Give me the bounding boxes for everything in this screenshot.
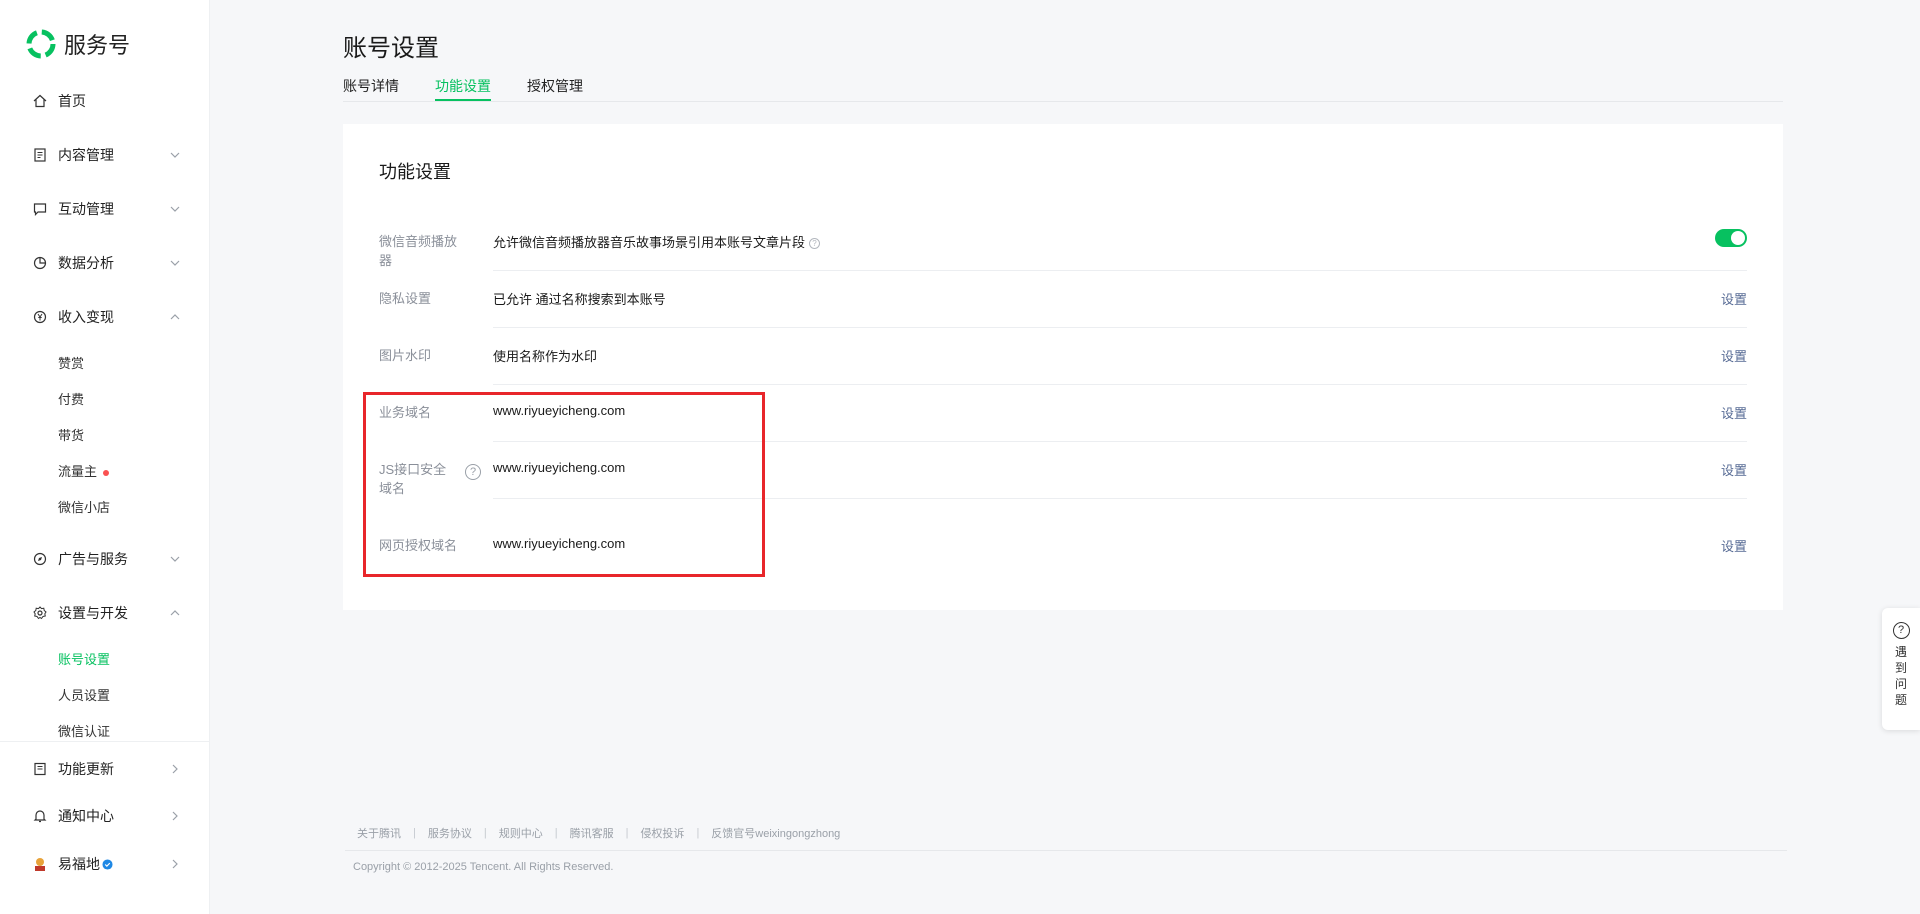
chevron-down-icon <box>170 556 180 562</box>
avatar <box>32 856 48 872</box>
row-value: 允许微信音频播放器音乐故事场景引用本账号文章片段? <box>493 232 821 251</box>
account-name: 易福地 <box>58 856 100 872</box>
footer-separator: | <box>483 827 487 839</box>
footer-link-about[interactable]: 关于腾讯 <box>357 825 401 841</box>
help-float-button[interactable]: ? 遇到问题 <box>1882 608 1920 730</box>
sidebar-item-analytics[interactable]: 数据分析 <box>0 243 210 283</box>
question-icon: ? <box>1892 622 1910 639</box>
tabs-divider <box>343 101 1783 102</box>
sidebar-item-label: 首页 <box>58 93 86 109</box>
sidebar-subitem-paid[interactable]: 付费 <box>58 388 84 412</box>
update-icon <box>32 761 48 777</box>
chevron-right-icon <box>172 811 178 821</box>
copyright: Copyright © 2012-2025 Tencent. All Right… <box>353 861 614 873</box>
sidebar-subitem-member-settings[interactable]: 人员设置 <box>58 684 110 708</box>
sidebar-item-interaction[interactable]: 互动管理 <box>0 189 210 229</box>
chevron-up-icon <box>170 610 180 616</box>
notification-dot <box>103 469 110 476</box>
sidebar-subitem-label: 流量主 <box>58 464 98 479</box>
chat-icon <box>32 201 48 217</box>
row-value: 已允许 通过名称搜索到本账号 <box>493 292 666 307</box>
tab-account-details[interactable]: 账号详情 <box>343 76 399 101</box>
privacy-settings-link[interactable]: 设置 <box>1721 289 1747 308</box>
business-domain-settings-link[interactable]: 设置 <box>1721 403 1747 422</box>
sidebar-item-label: 设置与开发 <box>58 605 128 621</box>
tab-bar: 账号详情 功能设置 授权管理 <box>343 76 583 101</box>
footer-link-support[interactable]: 腾讯客服 <box>570 825 614 841</box>
verified-badge-icon <box>102 858 113 870</box>
row-value: 使用名称作为水印 <box>493 349 598 364</box>
row-divider <box>493 327 1747 328</box>
sidebar-item-label: 内容管理 <box>58 147 114 163</box>
oauth-domain-settings-link[interactable]: 设置 <box>1721 536 1747 555</box>
sidebar-subitem-commerce[interactable]: 带货 <box>58 424 84 448</box>
sidebar-item-income[interactable]: 收入变现 <box>0 297 210 337</box>
brand[interactable]: 服务号 <box>26 28 130 60</box>
sidebar-divider <box>0 741 210 742</box>
row-divider <box>493 384 1747 385</box>
row-label: 微信音频播放器 <box>379 234 458 268</box>
audio-player-toggle[interactable] <box>1715 229 1747 247</box>
footer-separator: | <box>554 827 558 839</box>
help-icon[interactable]: ? <box>809 238 821 250</box>
card-title: 功能设置 <box>379 162 451 182</box>
bell-icon <box>32 808 48 824</box>
tab-authorization[interactable]: 授权管理 <box>527 76 583 101</box>
yen-icon <box>32 309 48 325</box>
sidebar-subitem-traffic-owner[interactable]: 流量主 <box>58 460 110 484</box>
row-label: 图片水印 <box>379 348 432 363</box>
footer-separator: | <box>413 827 416 839</box>
sidebar-item-ads[interactable]: 广告与服务 <box>0 539 210 579</box>
footer-separator: | <box>696 827 700 839</box>
home-icon <box>32 93 48 109</box>
sidebar-item-label: 广告与服务 <box>58 551 128 567</box>
chevron-down-icon <box>170 152 180 158</box>
toggle-knob <box>1731 231 1745 245</box>
pie-chart-icon <box>32 255 48 271</box>
brand-name: 服务号 <box>64 33 131 58</box>
sidebar-item-notifications[interactable]: 通知中心 <box>0 796 210 836</box>
sidebar-item-label: 通知中心 <box>58 808 114 824</box>
footer-link-feedback[interactable]: 反馈官号weixingongzhong <box>711 825 840 841</box>
chevron-right-icon <box>172 859 178 869</box>
sidebar-item-home[interactable]: 首页 <box>0 81 210 121</box>
chevron-down-icon <box>170 206 180 212</box>
sidebar-item-content[interactable]: 内容管理 <box>0 135 210 175</box>
footer-separator: | <box>625 827 629 839</box>
sidebar-item-label: 互动管理 <box>58 201 114 217</box>
gear-icon <box>32 605 48 621</box>
sidebar-item-label: 收入变现 <box>58 309 114 325</box>
sidebar-item-label: 数据分析 <box>58 255 114 271</box>
sidebar-subitem-wechat-shop[interactable]: 微信小店 <box>58 496 110 520</box>
sidebar: 服务号 首页 内容管理 互动管理 数据分析 收入变现 赞赏 付费 带货 流量主 … <box>0 0 210 914</box>
row-label: 隐私设置 <box>379 291 432 306</box>
sidebar-item-settings[interactable]: 设置与开发 <box>0 593 210 633</box>
js-domain-settings-link[interactable]: 设置 <box>1721 460 1747 479</box>
sidebar-subitem-account-settings[interactable]: 账号设置 <box>58 648 110 672</box>
brand-logo-icon <box>26 29 56 59</box>
sidebar-item-account[interactable]: 易福地 <box>0 844 210 884</box>
footer-link-terms[interactable]: 服务协议 <box>428 825 472 841</box>
help-float-label: 遇到问题 <box>1894 645 1907 707</box>
watermark-settings-link[interactable]: 设置 <box>1721 346 1747 365</box>
compass-icon <box>32 551 48 567</box>
highlight-box <box>363 392 765 577</box>
tab-function-settings[interactable]: 功能设置 <box>435 76 491 101</box>
footer-link-infringement[interactable]: 侵权投诉 <box>640 825 684 841</box>
page-title: 账号设置 <box>343 35 439 62</box>
chevron-right-icon <box>172 764 178 774</box>
sidebar-subitem-appreciation[interactable]: 赞赏 <box>58 352 84 376</box>
sidebar-item-label: 功能更新 <box>58 761 114 777</box>
chevron-up-icon <box>170 314 180 320</box>
footer-divider <box>345 850 1787 851</box>
sidebar-item-updates[interactable]: 功能更新 <box>0 749 210 789</box>
footer-links: 关于腾讯 | 服务协议 | 规则中心 | 腾讯客服 | 侵权投诉 | 反馈官号w… <box>357 825 840 841</box>
document-icon <box>32 147 48 163</box>
footer-link-rules[interactable]: 规则中心 <box>499 825 543 841</box>
row-value-text: 允许微信音频播放器音乐故事场景引用本账号文章片段 <box>493 235 806 250</box>
chevron-down-icon <box>170 260 180 266</box>
row-divider <box>493 270 1747 271</box>
